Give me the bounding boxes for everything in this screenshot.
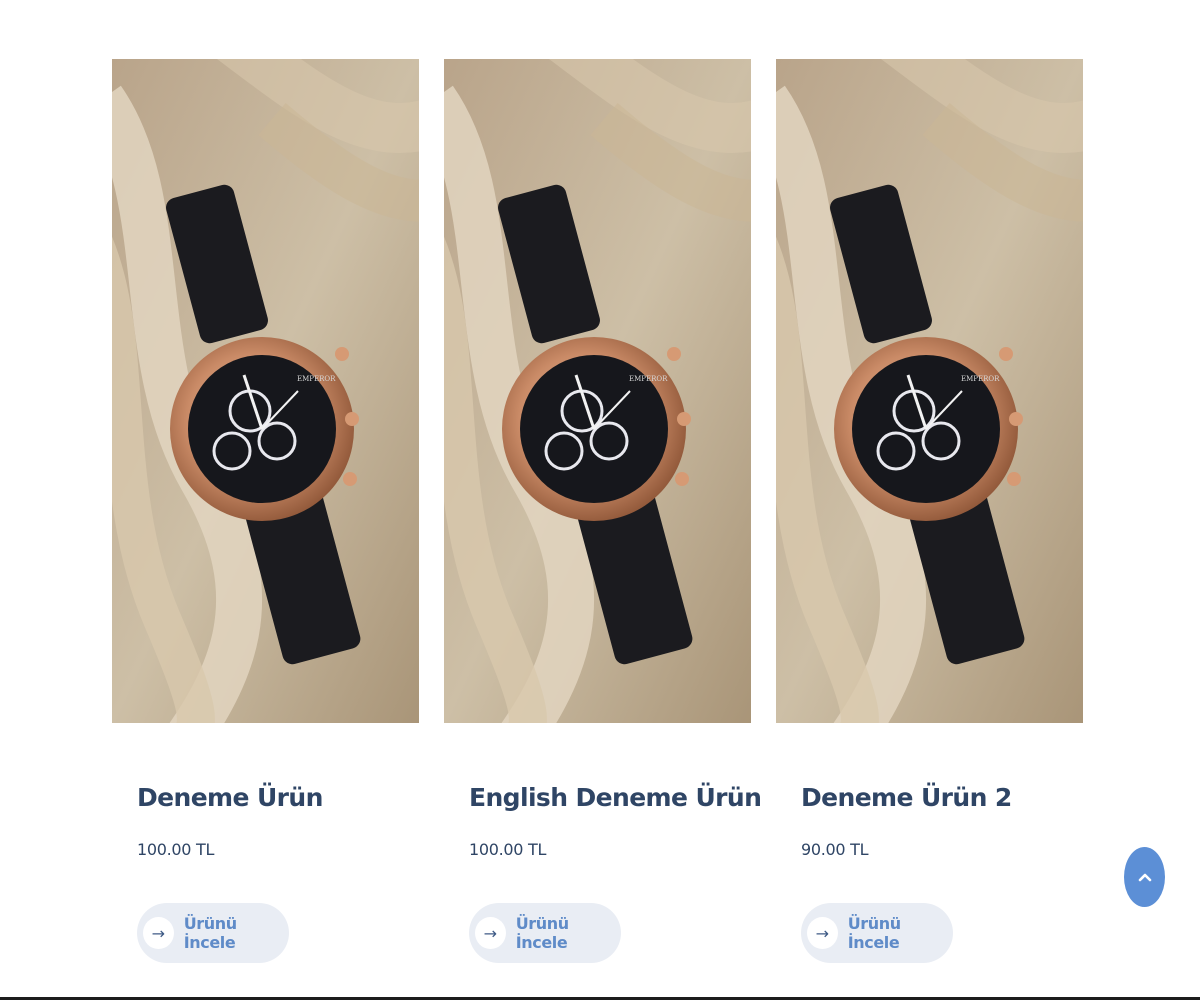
chevron-up-icon: [1138, 873, 1151, 882]
watch-brand-text: EMPEROR: [629, 375, 668, 383]
product-info: Deneme Ürün 100.00 TL → Ürünü İncele: [112, 723, 419, 963]
wristwatch-photo: EMPEROR: [776, 59, 1083, 723]
product-info: English Deneme Ürün 100.00 TL → Ürünü İn…: [444, 723, 762, 963]
watch-brand-text: EMPEROR: [961, 375, 1000, 383]
view-product-button[interactable]: → Ürünü İncele: [801, 903, 953, 963]
view-product-label: Ürünü İncele: [183, 914, 237, 952]
product-info: Deneme Ürün 2 90.00 TL → Ürünü İncele: [776, 723, 1083, 963]
product-price: 90.00 TL: [801, 840, 869, 859]
view-product-label: Ürünü İncele: [847, 914, 901, 952]
product-price: 100.00 TL: [469, 840, 547, 859]
wristwatch-photo: EMPEROR: [444, 59, 751, 723]
product-card: EMPEROR Deneme Ürün 100.00 TL → Ürünü İn…: [112, 59, 419, 963]
product-image[interactable]: EMPEROR: [444, 59, 751, 723]
arrow-right-icon: →: [475, 917, 506, 949]
product-image[interactable]: EMPEROR: [776, 59, 1083, 723]
product-card: EMPEROR Deneme Ürün 2 90.00 TL → Ürünü İ…: [776, 59, 1083, 963]
watch-brand-text: EMPEROR: [297, 375, 336, 383]
product-title[interactable]: Deneme Ürün: [137, 783, 419, 813]
product-listing-page: EMPEROR Deneme Ürün 100.00 TL → Ürünü İn…: [0, 0, 1200, 1000]
product-card: EMPEROR English Deneme Ürün 100.00 TL → …: [444, 59, 762, 963]
product-image[interactable]: EMPEROR: [112, 59, 419, 723]
product-title[interactable]: English Deneme Ürün: [469, 783, 762, 813]
scroll-to-top-button[interactable]: [1124, 847, 1165, 907]
arrow-right-icon: →: [807, 917, 838, 949]
view-product-label: Ürünü İncele: [515, 914, 569, 952]
view-product-button[interactable]: → Ürünü İncele: [469, 903, 621, 963]
product-title[interactable]: Deneme Ürün 2: [801, 783, 1083, 813]
arrow-right-icon: →: [143, 917, 174, 949]
wristwatch-photo: EMPEROR: [112, 59, 419, 723]
view-product-button[interactable]: → Ürünü İncele: [137, 903, 289, 963]
product-price: 100.00 TL: [137, 840, 215, 859]
product-grid: EMPEROR Deneme Ürün 100.00 TL → Ürünü İn…: [112, 59, 1083, 963]
